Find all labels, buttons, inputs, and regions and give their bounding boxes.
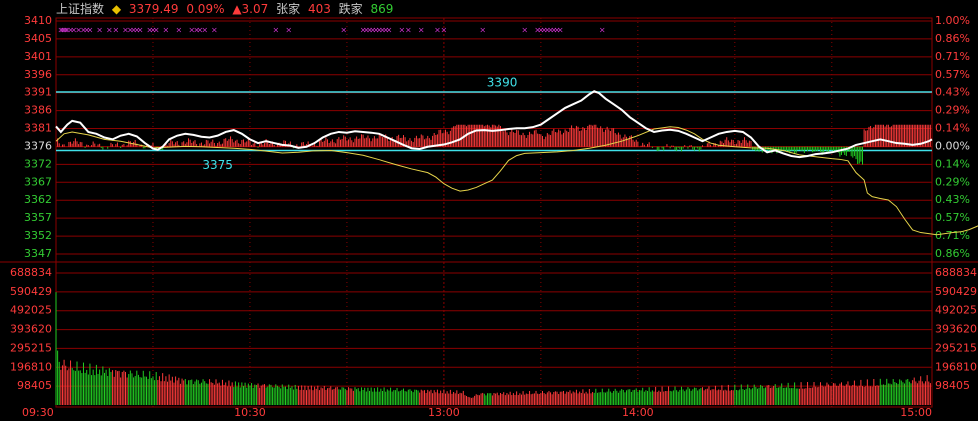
ref-line-label: 3390 — [487, 76, 518, 90]
event-marker: × — [112, 26, 119, 35]
event-marker: × — [211, 26, 218, 35]
event-marker: × — [201, 26, 208, 35]
volume-tick-label-right: 492025 — [935, 304, 977, 317]
event-marker: × — [405, 26, 412, 35]
event-marker: × — [441, 26, 448, 35]
change-percent: 0.09% — [186, 2, 225, 16]
current-price: 3379.49 — [128, 2, 179, 16]
event-marker: × — [285, 26, 292, 35]
pct-tick-label: 0.86% — [935, 32, 970, 45]
volume-tick-label-right: 688834 — [935, 266, 977, 279]
pct-tick-label: 0.57% — [935, 68, 970, 81]
time-label: 10:30 — [234, 406, 266, 419]
price-tick-label: 3372 — [24, 157, 52, 170]
event-marker: × — [599, 26, 606, 35]
event-marker: × — [272, 26, 279, 35]
price-tick-label: 3352 — [24, 229, 52, 242]
volume-tick-label: 393620 — [10, 323, 52, 336]
event-marker: × — [163, 26, 170, 35]
event-marker: × — [557, 26, 564, 35]
event-marker: × — [137, 26, 144, 35]
price-tick-label: 3357 — [24, 211, 52, 224]
index-name: 上证指数 — [56, 2, 105, 16]
event-marker: × — [153, 26, 160, 35]
event-marker: × — [479, 26, 486, 35]
pct-tick-label: 0.29% — [935, 175, 970, 188]
pct-tick-label: 0.86% — [935, 247, 970, 260]
volume-tick-label: 98405 — [17, 379, 52, 392]
volume-tick-label-right: 98405 — [935, 379, 970, 392]
price-tick-label: 3386 — [24, 104, 52, 117]
price-tick-label: 3381 — [24, 122, 52, 135]
event-marker: × — [87, 26, 94, 35]
price-tick-label: 3410 — [24, 14, 52, 27]
pct-tick-label: 0.14% — [935, 122, 970, 135]
volume-tick-label-right: 295215 — [935, 341, 977, 354]
up-label: 张家 — [276, 2, 301, 16]
time-label: 14:00 — [622, 406, 654, 419]
chart-header: 上证指数 ◆ 3379.49 0.09% ▲3.07 张家 403 跌家 869 — [56, 0, 926, 18]
price-tick-label: 3362 — [24, 193, 52, 206]
price-tick-label: 3396 — [24, 68, 52, 81]
diamond-icon: ◆ — [111, 2, 122, 16]
time-label: 13:00 — [428, 406, 460, 419]
price-tick-label: 3401 — [24, 50, 52, 63]
volume-tick-label: 688834 — [10, 266, 52, 279]
volume-tick-label-right: 393620 — [935, 323, 977, 336]
pct-tick-label: 0.43% — [935, 193, 970, 206]
price-tick-label: 3367 — [24, 175, 52, 188]
pct-tick-label: 0.57% — [935, 211, 970, 224]
ref-line-label: 3375 — [202, 158, 233, 172]
time-label: 15:00 — [900, 406, 932, 419]
volume-tick-label: 590429 — [10, 285, 52, 298]
pct-tick-label: 0.00% — [935, 139, 970, 152]
down-count: 869 — [370, 2, 394, 16]
volume-tick-label: 295215 — [10, 341, 52, 354]
price-tick-label: 3376 — [24, 139, 52, 152]
event-marker: × — [96, 26, 103, 35]
down-label: 跌家 — [338, 2, 363, 16]
pct-tick-label: 0.14% — [935, 157, 970, 170]
pct-tick-label: 0.71% — [935, 50, 970, 63]
volume-tick-label: 196810 — [10, 360, 52, 373]
event-marker: × — [418, 26, 425, 35]
intraday-chart: 3410 1.00% 3405 0.86% 3401 0.71% 3396 0.57% 3391… — [0, 14, 978, 419]
volume-tick-label-right: 196810 — [935, 360, 977, 373]
change-value: ▲3.07 — [232, 2, 269, 16]
pct-tick-label: 1.00% — [935, 14, 970, 27]
event-marker: × — [521, 26, 528, 35]
price-tick-label: 3391 — [24, 86, 52, 99]
up-count: 403 — [307, 2, 331, 16]
price-tick-label: 3347 — [24, 247, 52, 260]
time-label: 09:30 — [22, 406, 54, 419]
pct-tick-label: 0.43% — [935, 86, 970, 99]
event-marker: × — [340, 26, 347, 35]
volume-tick-label: 492025 — [10, 304, 52, 317]
event-marker: × — [386, 26, 393, 35]
pct-tick-label: 0.29% — [935, 104, 970, 117]
volume-tick-label-right: 590429 — [935, 285, 977, 298]
price-tick-label: 3405 — [24, 32, 52, 45]
event-marker: × — [175, 26, 182, 35]
